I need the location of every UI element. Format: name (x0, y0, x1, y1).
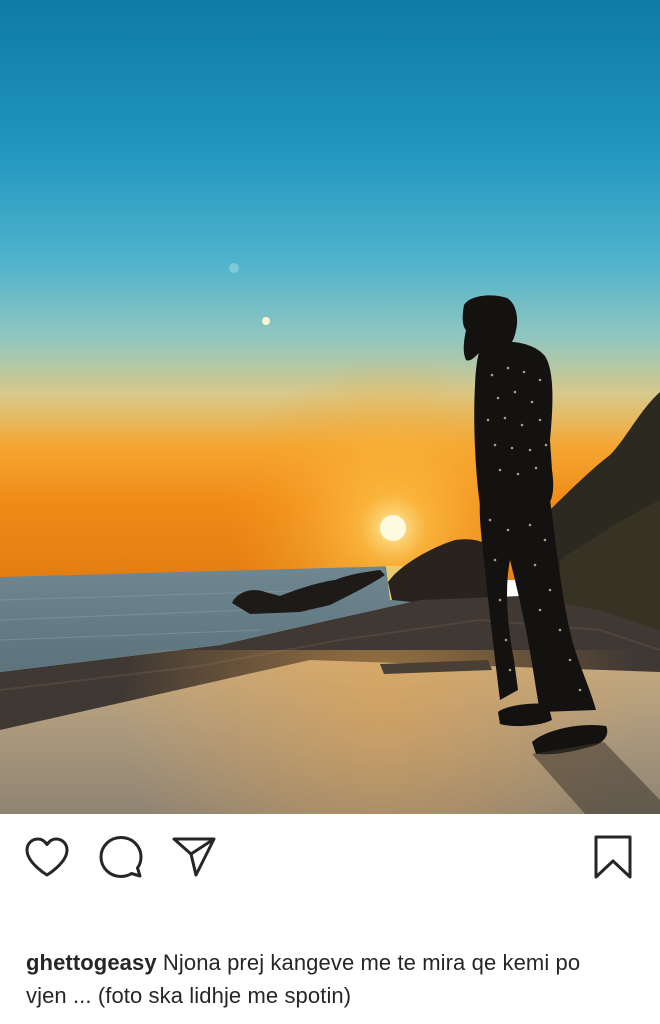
heart-icon (25, 837, 69, 877)
send-icon (172, 837, 216, 877)
like-button[interactable] (24, 834, 70, 880)
post-actions-bar (0, 814, 660, 902)
instagram-post: ghettogeasy Njona prej kangeve me te mir… (0, 0, 660, 1024)
bookmark-icon (594, 835, 632, 879)
caption-username[interactable]: ghettogeasy (26, 950, 157, 975)
comment-icon (99, 836, 143, 878)
share-button[interactable] (171, 834, 217, 880)
save-button[interactable] (590, 834, 636, 880)
post-caption: ghettogeasy Njona prej kangeve me te mir… (26, 946, 626, 1012)
post-photo[interactable] (0, 0, 660, 814)
comment-button[interactable] (98, 834, 144, 880)
